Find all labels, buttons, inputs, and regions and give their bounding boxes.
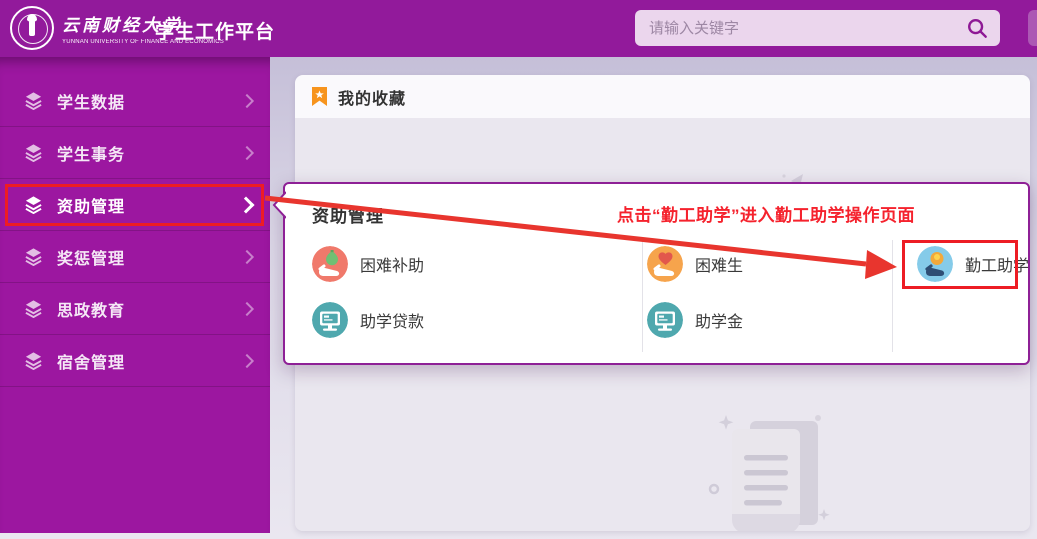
sidebar-item-label: 思政教育 — [57, 297, 242, 321]
sidebar-item-label: 学生事务 — [57, 141, 242, 165]
layers-icon — [24, 299, 43, 318]
sidebar-item-reward-punishment[interactable]: 奖惩管理 — [0, 231, 270, 283]
popup-title: 资助管理 — [312, 202, 384, 227]
app-item-hardship-subsidy[interactable]: 困难补助 — [312, 246, 424, 282]
sidebar: 学生数据 学生事务 资助管理 奖惩管理 思政教育 — [0, 57, 270, 533]
app-item-student-loan[interactable]: 助学贷款 — [312, 302, 424, 338]
sidebar-item-label: 学生数据 — [57, 89, 242, 113]
student-work-platform: 云南财经大学 YUNNAN UNIVERSITY OF FINANCE AND … — [0, 0, 1037, 539]
sidebar-item-label: 宿舍管理 — [57, 349, 242, 373]
app-item-hardship-student[interactable]: 困难生 — [647, 246, 743, 282]
sidebar-item-student-affairs[interactable]: 学生事务 — [0, 127, 270, 179]
chevron-right-icon — [240, 301, 254, 315]
hand-heart-icon — [647, 246, 683, 282]
bookmark-star-icon — [311, 86, 328, 107]
chevron-right-icon — [240, 145, 254, 159]
chevron-right-icon — [238, 196, 255, 213]
layers-icon — [24, 143, 43, 162]
layers-icon — [24, 195, 43, 214]
app-item-label: 困难生 — [695, 252, 743, 276]
sidebar-item-dormitory-management[interactable]: 宿舍管理 — [0, 335, 270, 387]
monitor-icon — [647, 302, 683, 338]
page-title: 学生工作平台 — [155, 17, 275, 44]
chevron-right-icon — [240, 93, 254, 107]
top-header-bar: 云南财经大学 YUNNAN UNIVERSITY OF FINANCE AND … — [0, 0, 1037, 57]
university-seal-logo — [10, 6, 54, 50]
layers-icon — [24, 91, 43, 110]
sidebar-item-label: 奖惩管理 — [57, 245, 242, 269]
sidebar-item-student-data[interactable]: 学生数据 — [0, 75, 270, 127]
monitor-icon — [312, 302, 348, 338]
column-divider — [892, 240, 893, 352]
app-item-grant[interactable]: 助学金 — [647, 302, 743, 338]
app-item-label: 助学贷款 — [360, 308, 424, 332]
no-data-illustration — [706, 411, 836, 531]
popup-left-caret — [272, 190, 286, 220]
search-input[interactable] — [647, 19, 966, 38]
favorites-header: 我的收藏 — [295, 75, 1030, 118]
column-divider — [642, 240, 643, 352]
favorites-title: 我的收藏 — [338, 85, 406, 109]
search-box[interactable] — [635, 10, 1000, 46]
layers-icon — [24, 247, 43, 266]
person-idea-icon — [917, 246, 953, 282]
app-item-label: 助学金 — [695, 308, 743, 332]
app-item-label: 困难补助 — [360, 252, 424, 276]
sidebar-item-ideological-education[interactable]: 思政教育 — [0, 283, 270, 335]
layers-icon — [24, 351, 43, 370]
sidebar-menu: 学生数据 学生事务 资助管理 奖惩管理 思政教育 — [0, 75, 270, 387]
app-item-label: 勤工助学 — [965, 252, 1029, 276]
sidebar-item-label: 资助管理 — [57, 193, 240, 217]
chevron-right-icon — [240, 249, 254, 263]
chevron-right-icon — [240, 353, 254, 367]
header-corner-button[interactable] — [1028, 10, 1037, 46]
app-item-work-study[interactable]: 勤工助学 — [917, 246, 1029, 282]
hand-money-icon — [312, 246, 348, 282]
sidebar-item-funding-management[interactable]: 资助管理 — [0, 179, 270, 231]
funding-popup-panel: 资助管理 困难补助 助学贷款 — [283, 182, 1030, 365]
search-icon[interactable] — [966, 17, 988, 39]
